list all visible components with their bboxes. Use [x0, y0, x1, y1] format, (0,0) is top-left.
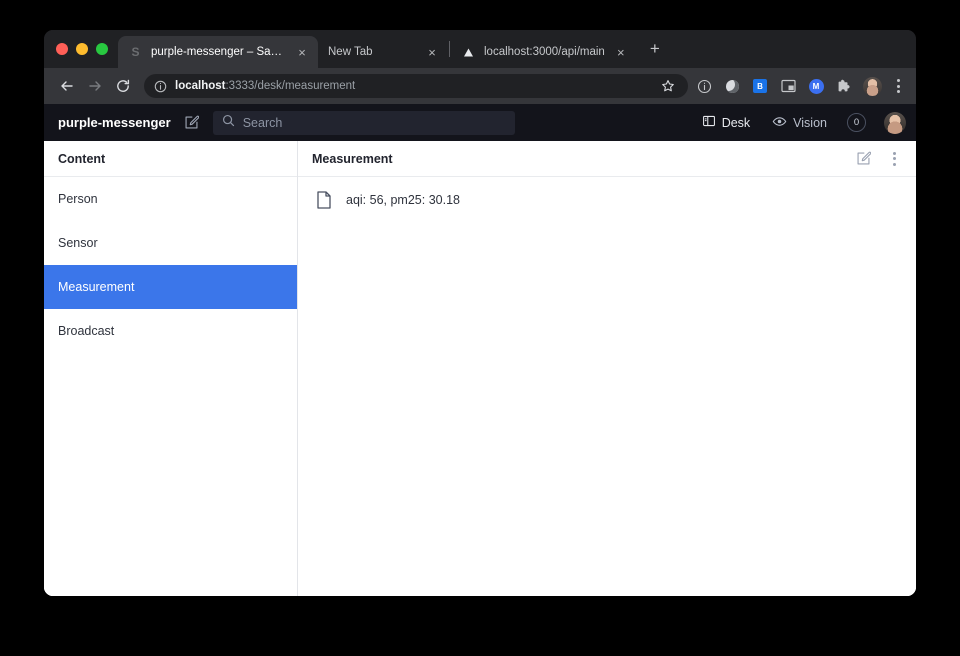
document-list: aqi: 56, pm25: 30.18 [298, 177, 916, 596]
content-pane: Content Person Sensor Measurement Broadc… [44, 141, 298, 596]
window-traffic-lights [52, 30, 118, 68]
edit-square-icon[interactable] [852, 148, 874, 170]
maximize-window-button[interactable] [96, 43, 108, 55]
browser-tab-sanity[interactable]: S purple-messenger – Sanity × [118, 36, 318, 68]
blue-extension-label: B [753, 79, 767, 93]
new-tab-button[interactable]: + [641, 35, 669, 63]
browser-window: S purple-messenger – Sanity × New Tab × … [44, 30, 916, 596]
close-tab-button[interactable]: × [294, 44, 310, 60]
url-host: localhost [175, 80, 226, 92]
browser-tab-strip: S purple-messenger – Sanity × New Tab × … [44, 30, 916, 68]
page-viewport: purple-messenger Search Desk Vision 0 Co… [44, 104, 916, 596]
tab-title: localhost:3000/api/main [484, 46, 605, 58]
search-placeholder: Search [242, 115, 283, 130]
close-tab-button[interactable]: × [424, 44, 440, 60]
document-pane-header: Measurement [298, 141, 916, 177]
avatar[interactable] [884, 111, 906, 134]
profile-avatar[interactable] [860, 74, 884, 98]
studio-brand[interactable]: purple-messenger [58, 115, 171, 130]
browser-tab-localhost-api[interactable]: localhost:3000/api/main × [451, 36, 637, 68]
reader-mode-icon[interactable] [720, 74, 744, 98]
browser-toolbar: localhost:3333/desk/measurement B M [44, 68, 916, 104]
url-text: localhost:3333/desk/measurement [175, 80, 650, 92]
triangle-icon [461, 45, 476, 60]
list-item-label: aqi: 56, pm25: 30.18 [346, 193, 460, 207]
star-icon[interactable] [658, 76, 678, 96]
close-tab-button[interactable]: × [613, 44, 629, 60]
url-path: :3333/desk/measurement [225, 80, 356, 92]
more-vertical-icon[interactable] [882, 148, 904, 170]
tab-desk-label: Desk [721, 115, 751, 130]
chrome-menu-icon[interactable] [888, 76, 908, 96]
list-item[interactable]: aqi: 56, pm25: 30.18 [298, 177, 916, 223]
minimize-window-button[interactable] [76, 43, 88, 55]
document-pane: Measurement aqi: 56, pm25: 30.18 [298, 141, 916, 596]
document-icon [314, 190, 334, 210]
sidebar-item-label: Broadcast [58, 324, 115, 338]
tab-desk[interactable]: Desk [696, 110, 756, 136]
sidebar-item-measurement[interactable]: Measurement [44, 265, 297, 309]
sidebar-item-label: Person [58, 192, 98, 206]
forward-arrow-icon[interactable] [82, 73, 108, 99]
info-circle-icon[interactable] [692, 74, 716, 98]
content-list: Person Sensor Measurement Broadcast [44, 177, 297, 596]
document-pane-title: Measurement [312, 151, 393, 166]
search-input[interactable]: Search [212, 110, 515, 135]
desk-panel-icon [702, 114, 716, 131]
studio-body: Content Person Sensor Measurement Broadc… [44, 141, 916, 596]
tab-title: New Tab [328, 46, 373, 58]
address-bar[interactable]: localhost:3333/desk/measurement [144, 74, 688, 98]
sidebar-item-sensor[interactable]: Sensor [44, 221, 297, 265]
status-badge[interactable]: 0 [847, 113, 866, 132]
tab-title: purple-messenger – Sanity [151, 46, 286, 58]
sidebar-item-broadcast[interactable]: Broadcast [44, 309, 297, 353]
picture-in-picture-icon[interactable] [776, 74, 800, 98]
tab-vision[interactable]: Vision [766, 110, 833, 136]
reload-icon[interactable] [110, 73, 136, 99]
page-title: Content [58, 151, 106, 166]
sidebar-item-label: Measurement [58, 280, 135, 294]
compose-icon[interactable] [181, 112, 203, 134]
browser-tab-new-tab[interactable]: New Tab × [318, 36, 448, 68]
studio-navbar: purple-messenger Search Desk Vision 0 [44, 104, 916, 141]
tab-separator [449, 41, 450, 57]
sidebar-item-label: Sensor [58, 236, 98, 250]
sanity-s-icon: S [131, 45, 140, 59]
search-icon [222, 114, 235, 132]
blue-extension-icon[interactable]: B [748, 74, 772, 98]
back-arrow-icon[interactable] [54, 73, 80, 99]
puzzle-extensions-icon[interactable] [832, 74, 856, 98]
content-pane-header: Content [44, 141, 297, 177]
info-circle-icon[interactable] [153, 79, 167, 93]
messenger-extension-label: M [808, 78, 824, 94]
sidebar-item-person[interactable]: Person [44, 177, 297, 221]
close-window-button[interactable] [56, 43, 68, 55]
eye-icon [772, 114, 787, 132]
messenger-extension-icon[interactable]: M [804, 74, 828, 98]
tab-vision-label: Vision [793, 115, 827, 130]
